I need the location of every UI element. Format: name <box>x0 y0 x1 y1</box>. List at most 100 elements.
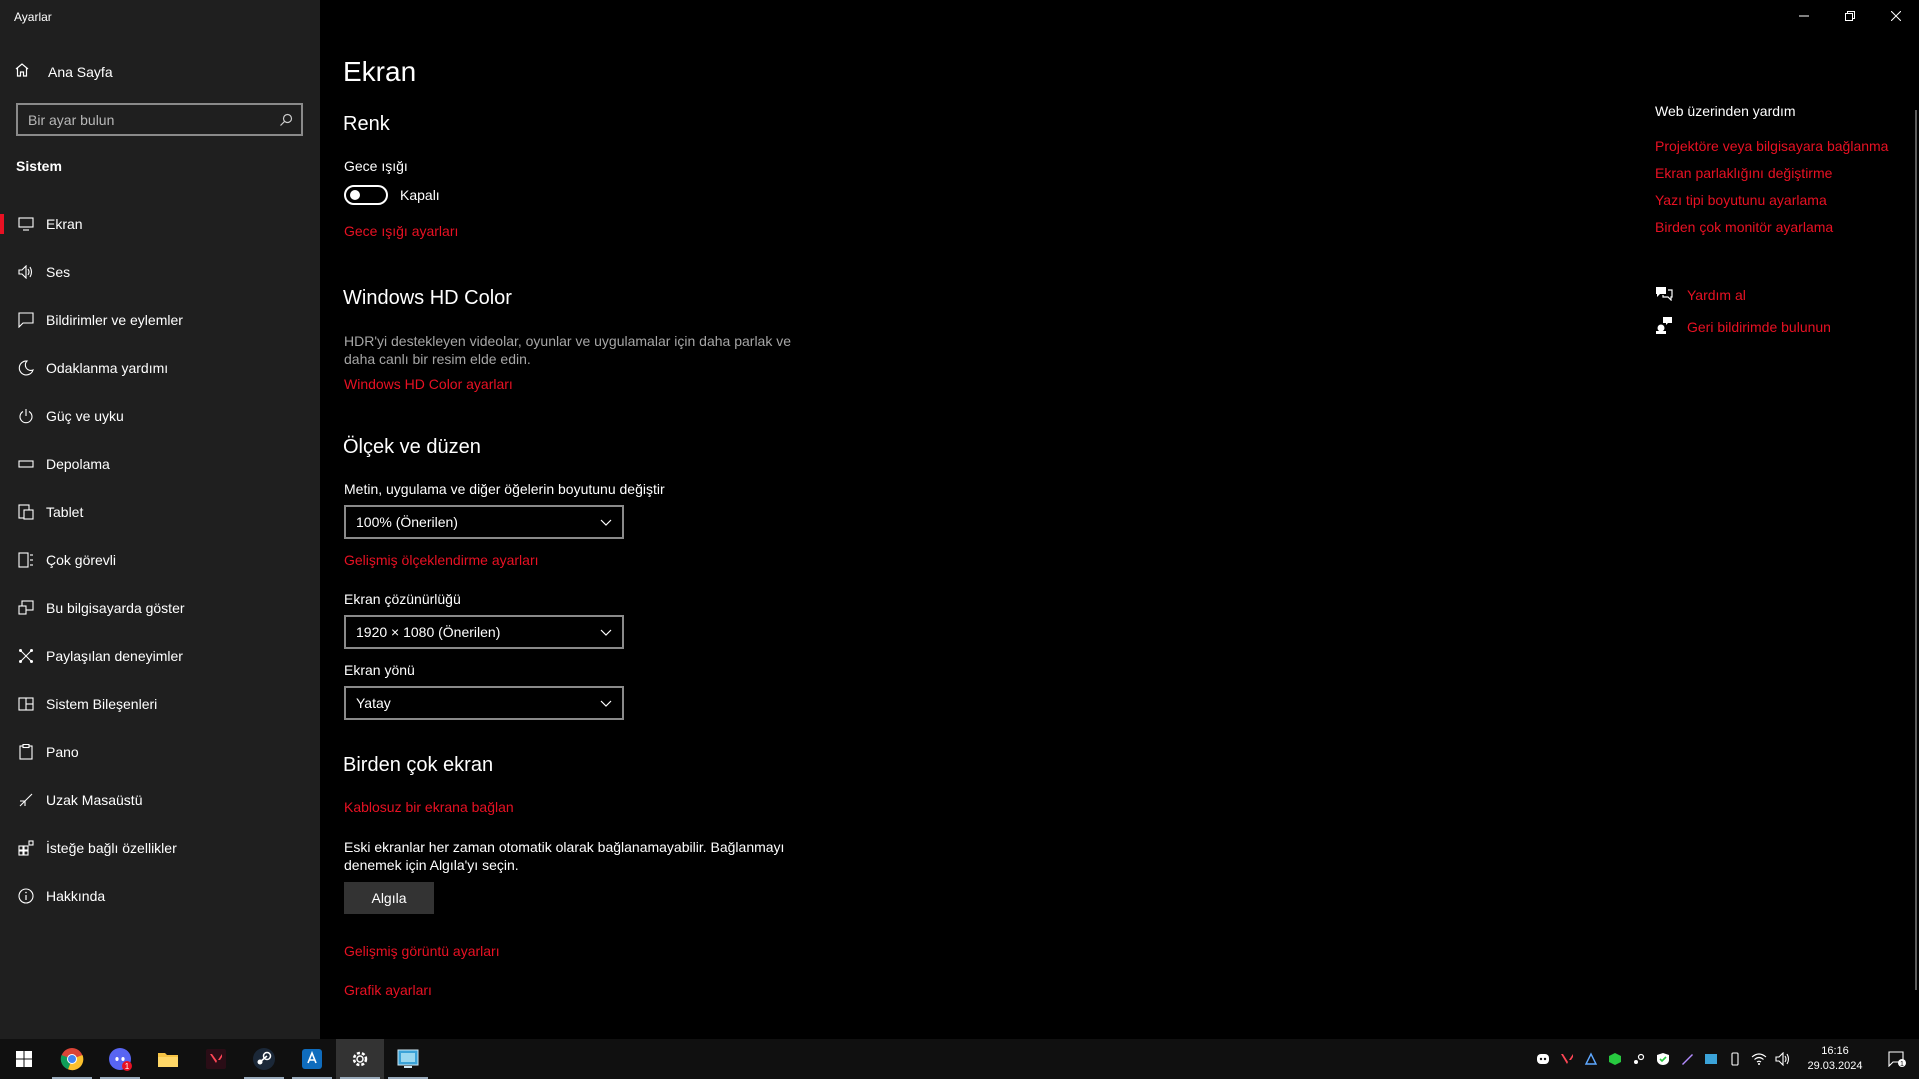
scale-dropdown[interactable]: 100% (Önerilen) <box>344 505 624 539</box>
sidebar-item-bildirimler[interactable]: Bildirimler ve eylemler <box>0 296 320 344</box>
sidebar-item-label: Tablet <box>46 504 84 520</box>
help-link-projector[interactable]: Projektöre veya bilgisayara bağlanma <box>1655 138 1888 154</box>
chevron-down-icon <box>600 514 612 530</box>
wifi-icon[interactable] <box>1747 1039 1771 1079</box>
restore-button[interactable] <box>1827 0 1873 32</box>
valorant-icon[interactable] <box>192 1039 240 1079</box>
sidebar-item-cok-gorevli[interactable]: Çok görevli <box>0 536 320 584</box>
wireless-display-link[interactable]: Kablosuz bir ekrana bağlan <box>344 799 514 815</box>
chrome-icon[interactable] <box>48 1039 96 1079</box>
hdr-description: HDR'yi destekleyen videolar, oyunlar ve … <box>344 333 792 367</box>
sidebar-item-label: Pano <box>46 744 79 760</box>
system-tray: 16:16 29.03.2024 1 <box>1531 1039 1919 1079</box>
size-label: Metin, uygulama ve diğer öğelerin boyutu… <box>344 481 665 497</box>
taskbar: 1 16:16 29.03.2024 1 <box>0 1039 1919 1079</box>
settings-icon[interactable] <box>336 1039 384 1079</box>
help-link-brightness[interactable]: Ekran parlaklığını değiştirme <box>1655 165 1832 181</box>
graphics-settings-link[interactable]: Grafik ayarları <box>344 982 432 998</box>
section-label: Sistem <box>16 158 62 174</box>
valorant-tray-icon[interactable] <box>1555 1039 1579 1079</box>
pen-tray-icon[interactable] <box>1675 1039 1699 1079</box>
window-title: Ayarlar <box>14 10 52 24</box>
search-icon[interactable] <box>271 105 301 135</box>
network-app-tray-icon[interactable] <box>1699 1039 1723 1079</box>
sidebar-item-label: Odaklanma yardımı <box>46 360 169 376</box>
orientation-value: Yatay <box>356 695 391 711</box>
search-input[interactable] <box>18 111 271 128</box>
hdr-settings-link[interactable]: Windows HD Color ayarları <box>344 376 513 392</box>
advanced-scaling-link[interactable]: Gelişmiş ölçeklendirme ayarları <box>344 552 539 568</box>
start-button[interactable] <box>0 1039 48 1079</box>
sidebar-nav: Ekran Ses Bildirimler ve eylemler Odakla… <box>0 200 320 920</box>
close-button[interactable] <box>1873 0 1919 32</box>
feedback-label: Geri bildirimde bulunun <box>1687 318 1831 335</box>
sidebar-item-label: Paylaşılan deneyimler <box>46 648 183 664</box>
file-explorer-icon[interactable] <box>144 1039 192 1079</box>
components-icon <box>16 694 36 714</box>
scrollbar[interactable] <box>1915 110 1917 990</box>
app-store-icon[interactable] <box>288 1039 336 1079</box>
volume-icon[interactable] <box>1771 1039 1795 1079</box>
sidebar-item-label: Depolama <box>46 456 110 472</box>
night-light-label: Gece ışığı <box>344 158 408 174</box>
help-link-font-size[interactable]: Yazı tipi boyutunu ayarlama <box>1655 192 1827 208</box>
toggle-state: Kapalı <box>400 187 440 203</box>
control-panel-icon[interactable] <box>384 1039 432 1079</box>
sidebar-item-tablet[interactable]: Tablet <box>0 488 320 536</box>
features-icon <box>16 838 36 858</box>
home-link[interactable]: Ana Sayfa <box>14 62 113 81</box>
minimize-button[interactable] <box>1781 0 1827 32</box>
security-tray-icon[interactable] <box>1651 1039 1675 1079</box>
get-help-link[interactable]: Yardım al <box>1655 285 1746 304</box>
hdr-heading: Windows HD Color <box>343 287 512 309</box>
app-tray-icon[interactable] <box>1579 1039 1603 1079</box>
sidebar-item-pano[interactable]: Pano <box>0 728 320 776</box>
display-icon <box>16 214 36 234</box>
discord-tray-icon[interactable] <box>1531 1039 1555 1079</box>
night-light-settings-link[interactable]: Gece ışığı ayarları <box>344 223 458 239</box>
usb-tray-icon[interactable] <box>1723 1039 1747 1079</box>
speaker-icon <box>16 262 36 282</box>
home-icon <box>14 62 30 81</box>
sidebar-item-uzak-masaustu[interactable]: Uzak Masaüstü <box>0 776 320 824</box>
help-link-multi-monitor[interactable]: Birden çok monitör ayarlama <box>1655 219 1833 235</box>
night-light-toggle[interactable]: Kapalı <box>344 185 440 205</box>
resolution-value: 1920 × 1080 (Önerilen) <box>356 624 501 640</box>
resolution-dropdown[interactable]: 1920 × 1080 (Önerilen) <box>344 615 624 649</box>
steam-tray-icon[interactable] <box>1627 1039 1651 1079</box>
toggle-switch[interactable] <box>344 185 388 205</box>
sidebar-item-guc[interactable]: Güç ve uyku <box>0 392 320 440</box>
help-chat-icon <box>1655 285 1673 304</box>
discord-badge: 1 <box>125 1062 130 1071</box>
sidebar-item-hakkinda[interactable]: Hakkında <box>0 872 320 920</box>
sidebar-item-bu-bilgisayarda[interactable]: Bu bilgisayarda göster <box>0 584 320 632</box>
info-icon <box>16 886 36 906</box>
sidebar-item-odaklanma[interactable]: Odaklanma yardımı <box>0 344 320 392</box>
advanced-display-link[interactable]: Gelişmiş görüntü ayarları <box>344 943 500 959</box>
scale-heading: Ölçek ve düzen <box>343 436 481 458</box>
resolution-label: Ekran çözünürlüğü <box>344 591 461 607</box>
search-box[interactable] <box>16 103 303 136</box>
remote-icon <box>16 790 36 810</box>
steam-icon[interactable] <box>240 1039 288 1079</box>
sidebar-item-ses[interactable]: Ses <box>0 248 320 296</box>
action-center-icon[interactable]: 1 <box>1875 1039 1919 1079</box>
scale-value: 100% (Önerilen) <box>356 514 458 530</box>
sidebar-item-ekran[interactable]: Ekran <box>0 200 320 248</box>
sidebar-item-label: Güç ve uyku <box>46 408 124 424</box>
sidebar-item-label: Uzak Masaüstü <box>46 792 143 808</box>
moon-icon <box>16 358 36 378</box>
clock[interactable]: 16:16 29.03.2024 <box>1795 1044 1875 1074</box>
sidebar-item-label: Bildirimler ve eylemler <box>46 312 183 328</box>
feedback-link[interactable]: Geri bildirimde bulunun <box>1655 316 1831 337</box>
sidebar-item-paylasilan[interactable]: Paylaşılan deneyimler <box>0 632 320 680</box>
shield-tray-icon[interactable] <box>1603 1039 1627 1079</box>
sidebar-item-depolama[interactable]: Depolama <box>0 440 320 488</box>
detect-button[interactable]: Algıla <box>344 882 434 914</box>
orientation-dropdown[interactable]: Yatay <box>344 686 624 720</box>
storage-icon <box>16 454 36 474</box>
sidebar-item-sistem-bilesenleri[interactable]: Sistem Bileşenleri <box>0 680 320 728</box>
discord-icon[interactable]: 1 <box>96 1039 144 1079</box>
orientation-label: Ekran yönü <box>344 662 415 678</box>
sidebar-item-istege-bagli[interactable]: İsteğe bağlı özellikler <box>0 824 320 872</box>
